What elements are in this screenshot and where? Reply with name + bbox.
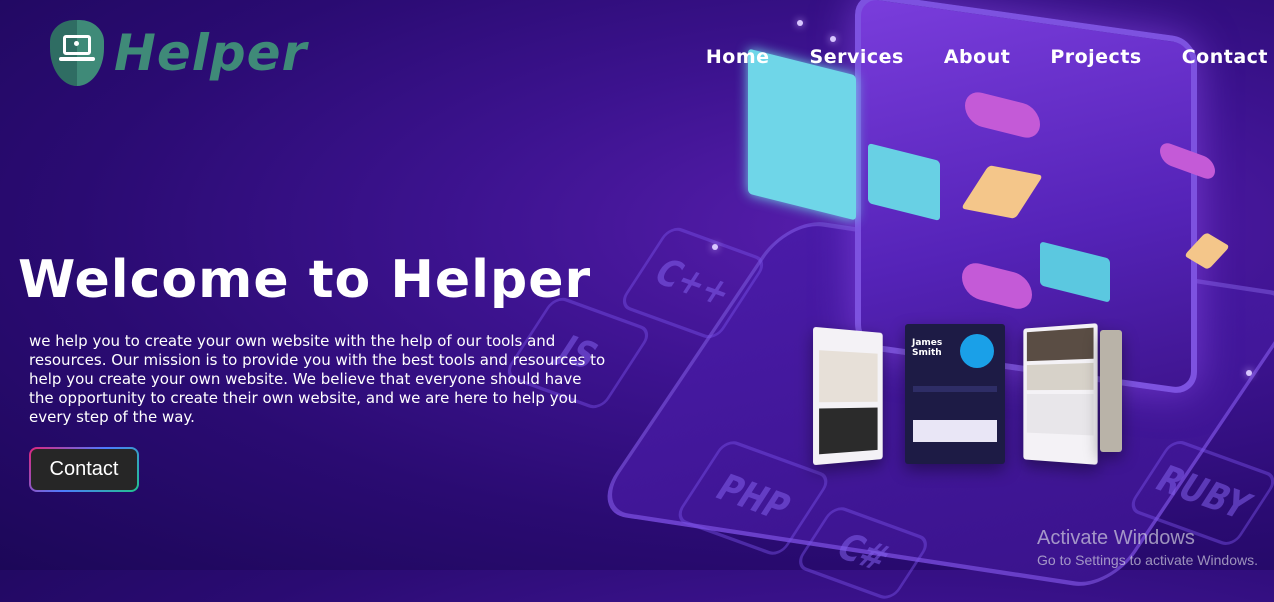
flow-diamond-illustration xyxy=(960,165,1044,219)
code-panel-illustration xyxy=(868,143,940,221)
floating-pill-illustration xyxy=(1160,139,1215,183)
hero-description: we help you to create your own website w… xyxy=(29,332,606,426)
website-preview-card xyxy=(1100,330,1122,452)
flow-pill-illustration xyxy=(965,88,1040,142)
nav-link-contact[interactable]: Contact xyxy=(1182,46,1268,68)
website-preview-card xyxy=(813,326,883,466)
sparkle xyxy=(830,36,836,42)
brand-logo[interactable]: Helper xyxy=(50,20,307,86)
code-tile-label: C++ xyxy=(645,251,741,315)
main-nav: Home Services About Projects Contact xyxy=(706,46,1268,68)
nav-link-home[interactable]: Home xyxy=(706,46,770,68)
nav-link-projects[interactable]: Projects xyxy=(1050,46,1141,68)
flow-box-illustration xyxy=(1040,241,1110,303)
code-tile-label: C# xyxy=(827,525,899,581)
code-panel-illustration xyxy=(748,48,856,221)
activate-windows-title: Activate Windows xyxy=(1037,527,1195,549)
code-tile-csharp: C# xyxy=(793,503,933,602)
code-tile-cpp: C++ xyxy=(617,224,769,342)
laptop-pick-icon xyxy=(50,20,104,86)
floating-shape-illustration xyxy=(1183,232,1231,270)
code-tile-label: PHP xyxy=(707,466,799,530)
code-tile-label: RUBY xyxy=(1147,458,1259,528)
flow-pill-illustration xyxy=(962,259,1032,313)
website-preview-card xyxy=(1023,323,1098,465)
code-tile-php: PHP xyxy=(672,437,834,559)
hero-title: Welcome to Helper xyxy=(18,250,592,310)
nav-link-services[interactable]: Services xyxy=(810,46,904,68)
card-name-label: James Smith xyxy=(912,338,943,358)
sparkle xyxy=(1246,370,1252,376)
nav-link-about[interactable]: About xyxy=(944,46,1010,68)
sparkle xyxy=(712,244,718,250)
activate-windows-subtitle: Go to Settings to activate Windows. xyxy=(1037,552,1258,568)
brand-name: Helper xyxy=(114,24,308,82)
website-preview-card-portfolio xyxy=(905,324,1005,464)
contact-button[interactable]: Contact xyxy=(29,447,139,492)
sparkle xyxy=(797,20,803,26)
